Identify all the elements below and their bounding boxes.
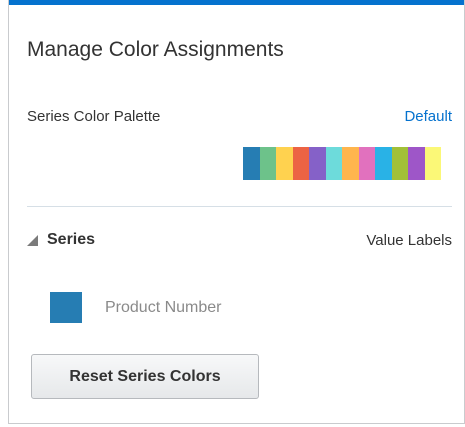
series-color-swatch[interactable]	[50, 292, 82, 323]
palette-swatch-7	[342, 147, 359, 180]
series-section-label: Series	[47, 231, 96, 248]
palette-swatch-2	[259, 147, 276, 180]
value-labels-label: Value Labels	[366, 232, 452, 249]
reset-series-colors-button[interactable]: Reset Series Colors	[31, 354, 259, 399]
palette-swatches[interactable]	[243, 147, 441, 180]
palette-swatch-1	[243, 147, 260, 180]
palette-swatch-10	[391, 147, 408, 180]
palette-swatch-11	[408, 147, 425, 180]
series-color-palette-label: Series Color Palette	[27, 108, 161, 125]
palette-swatch-5	[309, 147, 326, 180]
palette-swatch-9	[375, 147, 392, 180]
page-title: Manage Color Assignments	[27, 38, 284, 61]
series-item-name: Product Number	[105, 298, 222, 316]
palette-swatch-6	[325, 147, 342, 180]
palette-swatch-3	[276, 147, 293, 180]
palette-default-link[interactable]: Default	[404, 108, 452, 125]
palette-swatch-12	[424, 147, 441, 180]
series-item: Product Number	[50, 292, 222, 323]
section-divider	[27, 206, 452, 207]
palette-swatch-8	[358, 147, 375, 180]
manage-color-assignments-panel: Manage Color Assignments Series Color Pa…	[8, 0, 465, 424]
palette-swatch-4	[292, 147, 309, 180]
series-section-toggle[interactable]: Series	[27, 231, 95, 249]
accent-top-bar	[9, 0, 464, 5]
collapse-triangle-icon	[27, 235, 38, 246]
